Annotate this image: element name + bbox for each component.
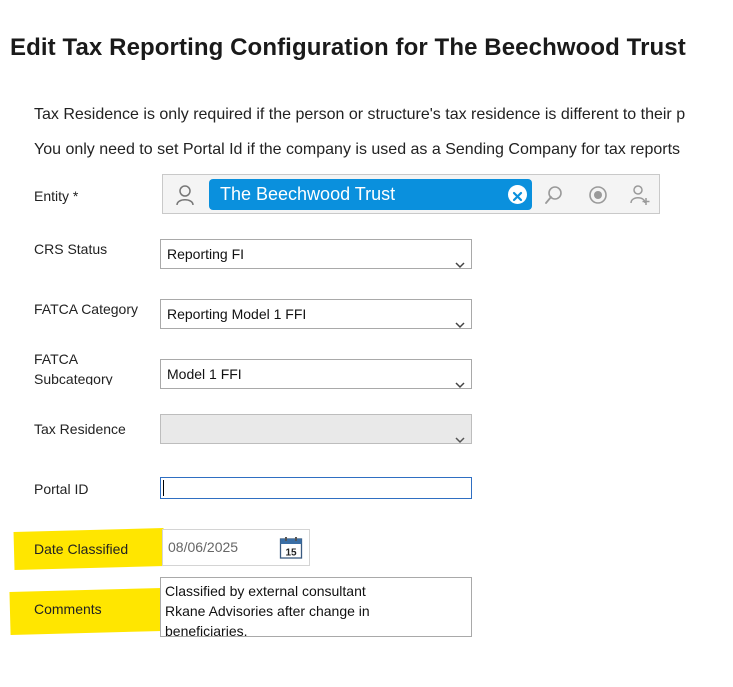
tax-residence-label: Tax Residence <box>34 421 126 437</box>
fatca-category-label: FATCA Category <box>34 301 139 317</box>
portal-id-label: Portal ID <box>34 481 89 497</box>
entity-value: The Beechwood Trust <box>220 184 396 204</box>
chevron-down-icon <box>455 425 465 453</box>
calendar-icon[interactable]: 15 <box>279 536 303 565</box>
info-portal-id: You only need to set Portal Id if the co… <box>34 141 681 158</box>
crs-status-value: Reporting FI <box>167 246 245 262</box>
fatca-subcategory-value: Model 1 FFI <box>167 366 242 382</box>
clear-icon[interactable] <box>508 185 527 204</box>
person-icon <box>175 184 195 211</box>
crs-status-label: CRS Status <box>34 241 108 257</box>
info-tax-residence: Tax Residence is only required if the pe… <box>34 106 686 123</box>
entity-chip[interactable]: The Beechwood Trust <box>209 179 532 210</box>
entity-label: Entity * <box>34 188 79 204</box>
portal-id-input[interactable] <box>160 477 472 499</box>
page-title: Edit Tax Reporting Configuration for The… <box>10 34 686 61</box>
date-classified-value: 08/06/2025 <box>168 539 239 555</box>
fatca-subcategory-label: FATCA Subcategory <box>34 351 113 385</box>
text-caret <box>163 480 164 496</box>
date-classified-label: Date Classified <box>34 541 129 557</box>
comments-textarea[interactable]: Classified by external consultant Rkane … <box>160 577 472 637</box>
search-icon[interactable] <box>543 184 565 211</box>
chevron-down-icon <box>455 310 465 338</box>
chevron-down-icon <box>455 250 465 278</box>
date-classified-field[interactable]: 08/06/2025 15 <box>162 529 310 566</box>
crs-status-select[interactable]: Reporting FI <box>160 239 472 269</box>
fatca-subcategory-select[interactable]: Model 1 FFI <box>160 359 472 389</box>
radio-target-icon[interactable] <box>587 184 609 211</box>
entity-lookup[interactable]: The Beechwood Trust <box>162 174 660 214</box>
add-person-icon[interactable] <box>629 184 651 211</box>
fatca-category-value: Reporting Model 1 FFI <box>167 306 307 322</box>
comments-label: Comments <box>34 601 102 617</box>
fatca-category-select[interactable]: Reporting Model 1 FFI <box>160 299 472 329</box>
tax-residence-select[interactable] <box>160 414 472 444</box>
chevron-down-icon <box>455 370 465 398</box>
calendar-day: 15 <box>285 548 297 559</box>
